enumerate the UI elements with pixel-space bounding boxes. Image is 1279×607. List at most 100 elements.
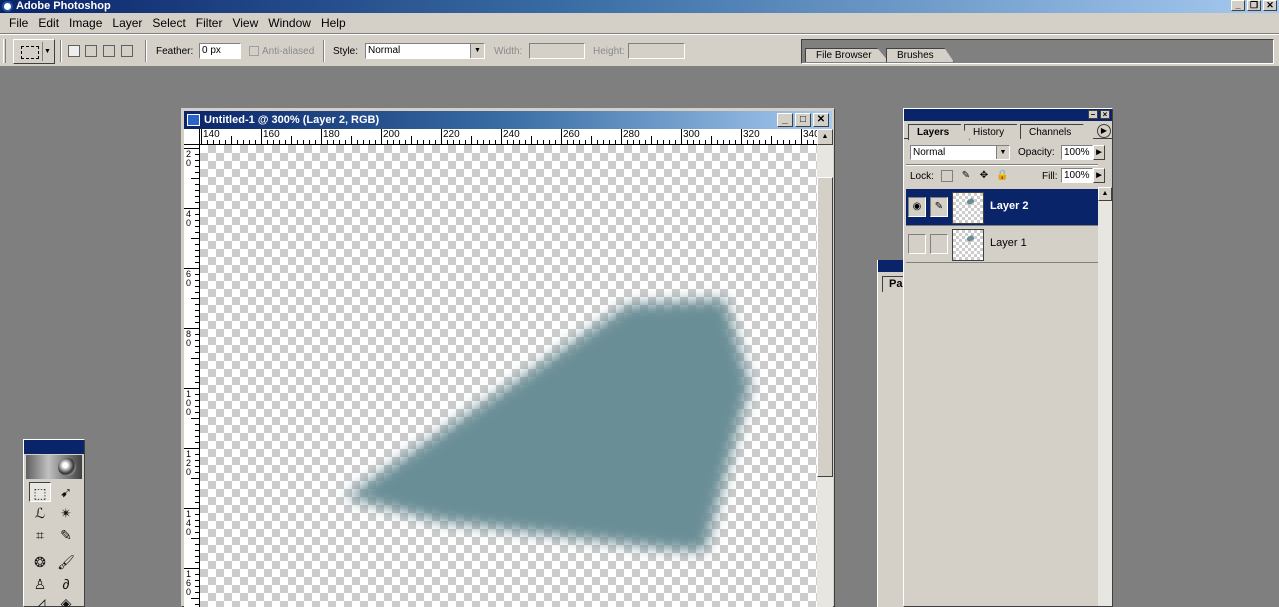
ruler-minor-tick (687, 140, 688, 144)
doc-maximize-button[interactable]: □ (795, 113, 811, 127)
close-button[interactable]: ✕ (1263, 0, 1277, 11)
ruler-origin[interactable] (184, 129, 200, 145)
slice-icon[interactable]: ✎ (55, 525, 77, 545)
ruler-label: 120 (186, 449, 192, 477)
vertical-ruler[interactable]: 20 40 60 80 100 120 140 160 (184, 145, 200, 607)
scroll-up-arrow-icon[interactable]: ▲ (817, 129, 833, 145)
tab-history[interactable]: History (964, 124, 1026, 139)
opacity-slider-arrow-icon[interactable]: ▶ (1093, 145, 1105, 160)
add-selection-icon[interactable] (85, 45, 97, 57)
tab-channels[interactable]: Channels (1020, 124, 1094, 139)
menu-select[interactable]: Select (147, 16, 190, 30)
menu-help[interactable]: Help (316, 16, 351, 30)
fill-input[interactable]: 100% (1061, 168, 1093, 183)
document-title-bar[interactable]: Untitled-1 @ 300% (Layer 2, RGB) _ □ ✕ (184, 111, 832, 129)
style-select[interactable]: Normal ▼ (365, 43, 485, 59)
eye-icon[interactable]: ◉ (908, 197, 926, 217)
marquee-icon[interactable]: ⬚ (29, 482, 51, 502)
layers-scrollbar[interactable]: ▲ (1098, 187, 1112, 606)
magic-wand-icon[interactable]: ✴ (55, 503, 77, 523)
brush-icon[interactable]: 🖌 (55, 552, 77, 572)
blend-mode-select[interactable]: Normal ▼ (910, 145, 1010, 160)
panel-close-button[interactable]: × (1100, 110, 1110, 119)
lock-all-icon[interactable]: 🔒 (996, 170, 1008, 182)
scroll-thumb[interactable] (817, 177, 833, 477)
ruler-minor-tick (191, 418, 199, 419)
ruler-minor-tick (639, 140, 640, 144)
new-selection-icon[interactable] (68, 45, 80, 57)
ruler-minor-tick (555, 140, 556, 144)
fill-slider-arrow-icon[interactable]: ▶ (1093, 168, 1105, 183)
menu-layer[interactable]: Layer (107, 16, 147, 30)
width-input[interactable] (529, 43, 585, 59)
ruler-major-tick (681, 129, 682, 144)
ruler-minor-tick (489, 140, 490, 144)
lock-pixels-icon[interactable]: ✎ (960, 170, 972, 182)
ruler-minor-tick (267, 140, 268, 144)
document-vertical-scrollbar[interactable]: ▲ (817, 129, 833, 607)
panel-menu-arrow-icon[interactable]: ▶ (1097, 124, 1111, 138)
ruler-minor-tick (191, 358, 199, 359)
menu-filter[interactable]: Filter (191, 16, 228, 30)
anti-aliased-checkbox[interactable] (249, 46, 259, 56)
lock-position-icon[interactable]: ✥ (978, 170, 990, 182)
gradient-icon[interactable]: ◈ (55, 593, 77, 607)
history-brush-icon[interactable]: ∂ (55, 574, 77, 594)
ruler-minor-tick (519, 140, 520, 144)
scroll-up-arrow-icon[interactable]: ▲ (1098, 187, 1112, 201)
layers-panel-title-bar[interactable]: – × (904, 109, 1112, 121)
photoshop-eye-logo[interactable] (26, 455, 82, 479)
menu-view[interactable]: View (227, 16, 263, 30)
brush-link-icon[interactable]: ✎ (930, 197, 948, 217)
tab-layers[interactable]: Layers (908, 124, 970, 140)
crop-icon[interactable]: ⌗ (29, 525, 51, 545)
ruler-label: 140 (186, 509, 192, 537)
height-input[interactable] (628, 43, 685, 59)
layer-name: Layer 2 (990, 200, 1029, 212)
menu-image[interactable]: Image (64, 16, 107, 30)
anti-aliased-label: Anti-aliased (262, 46, 315, 57)
ruler-minor-tick (465, 140, 466, 144)
horizontal-ruler[interactable]: 140 160 180 200 220 240 260 280 300 320 340 (200, 129, 817, 145)
ruler-minor-tick (813, 140, 814, 144)
layer-row-layer-2[interactable]: ◉ ✎ Layer 2 (906, 189, 1098, 226)
menu-file[interactable]: File (4, 16, 33, 30)
ruler-minor-tick (375, 140, 376, 144)
menu-edit[interactable]: Edit (33, 16, 64, 30)
ruler-minor-tick (783, 140, 784, 144)
link-toggle[interactable] (930, 234, 948, 254)
minimize-button[interactable]: _ (1231, 0, 1245, 11)
eraser-icon[interactable]: ◿ (29, 593, 51, 607)
tab-file-browser[interactable]: File Browser (805, 48, 889, 62)
panel-minimize-button[interactable]: – (1088, 110, 1098, 119)
intersect-selection-icon[interactable] (121, 45, 133, 57)
subtract-selection-icon[interactable] (103, 45, 115, 57)
toolbox-title-bar[interactable] (24, 440, 84, 454)
lasso-icon[interactable]: ℒ (29, 503, 51, 523)
restore-button[interactable]: ❐ (1247, 0, 1261, 11)
layer-row-layer-1[interactable]: Layer 1 (906, 226, 1098, 263)
tool-preset-picker[interactable]: ▼ (13, 39, 55, 64)
ruler-label: 140 (203, 129, 220, 140)
ruler-minor-tick (591, 136, 592, 144)
options-bar-grip[interactable] (3, 39, 6, 63)
ruler-minor-tick (195, 154, 199, 155)
visibility-toggle[interactable] (908, 234, 926, 254)
menu-window[interactable]: Window (263, 16, 316, 30)
tab-brushes[interactable]: Brushes (886, 48, 954, 62)
ruler-minor-tick (195, 184, 199, 185)
ruler-minor-tick (579, 140, 580, 144)
divider (145, 40, 147, 62)
doc-close-button[interactable]: ✕ (813, 113, 829, 127)
ruler-minor-tick (675, 140, 676, 144)
stamp-icon[interactable]: ♙ (29, 574, 51, 594)
toolbox: ⬚ ➹ ℒ ✴ ⌗ ✎ ❂ 🖌 ♙ ∂ ◿ ◈ (23, 439, 85, 607)
move-icon[interactable]: ➹ (55, 482, 77, 502)
opacity-input[interactable]: 100% (1061, 145, 1093, 160)
doc-minimize-button[interactable]: _ (777, 113, 793, 127)
canvas[interactable] (200, 145, 817, 607)
healing-icon[interactable]: ❂ (29, 552, 51, 572)
ruler-minor-tick (195, 592, 199, 593)
feather-input[interactable]: 0 px (199, 43, 241, 59)
lock-transparency-icon[interactable] (941, 170, 953, 182)
